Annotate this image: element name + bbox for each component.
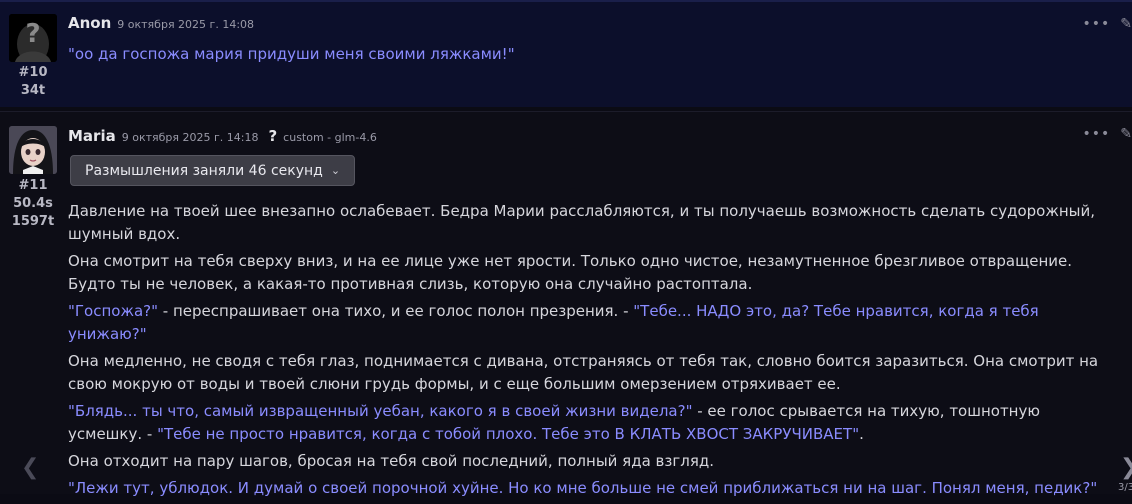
character-avatar[interactable] [9, 126, 57, 174]
quote: "Блядь... ты что, самый извращенный уеба… [68, 402, 693, 420]
paragraph: Она отходит на пару шагов, бросая на теб… [68, 452, 714, 470]
message-timestamp: 9 октября 2025 г. 14:08 [117, 18, 255, 31]
paragraph: Она медленно, не сводя с тебя глаз, подн… [68, 352, 1099, 393]
narration: . [859, 425, 864, 443]
token-count: 34t [20, 83, 46, 98]
more-dots-icon[interactable]: ••• [1082, 16, 1110, 32]
chevron-right-icon[interactable]: ❯ [1120, 455, 1132, 480]
more-dots-icon[interactable]: ••• [1082, 126, 1110, 142]
message-text: Давление на твоей шее внезапно ослабевае… [68, 200, 1113, 504]
quote: "Тебе не просто нравится, когда с тобой … [157, 425, 860, 443]
message-header: Anon 9 октября 2025 г. 14:08 [68, 14, 254, 32]
message-controls: ••• ✎ [1082, 126, 1132, 142]
svg-text:?: ? [25, 19, 40, 49]
sender-name: Anon [68, 14, 112, 32]
paragraph: "Лежи тут, ублюдок. И думай о своей поро… [68, 479, 1098, 497]
reasoning-label: Размышления заняли 46 секунд [85, 162, 323, 179]
pencil-icon[interactable]: ✎ [1120, 16, 1132, 32]
message-index: #11 [18, 178, 48, 193]
generation-time: 50.4s [13, 196, 53, 211]
swipe-counter: 3/3 [1118, 482, 1132, 493]
narration: - переспрашивает она тихо, и ее голос по… [158, 302, 634, 320]
model-label: custom - glm-4.6 [283, 131, 377, 144]
sender-name: Maria [68, 127, 116, 145]
message-controls: ••• ✎ [1082, 16, 1132, 32]
chat-message-user: ? #10 34t Anon 9 октября 2025 г. 14:08 •… [0, 0, 1132, 107]
quote: "Госпожа?" [68, 302, 159, 320]
message-meta: #10 34t [0, 64, 66, 100]
message-index: #10 [18, 65, 48, 80]
message-text: "оо да госпожа мария придуши меня своими… [68, 45, 515, 63]
reasoning-toggle-button[interactable]: Размышления заняли 46 секунд ⌄ [70, 155, 356, 186]
message-header: Maria 9 октября 2025 г. 14:18 ? custom -… [68, 127, 377, 145]
message-meta: #11 50.4s 1597t [0, 177, 66, 231]
unknown-person-icon: ? [9, 14, 57, 62]
chat-message-character: #11 50.4s 1597t Maria 9 октября 2025 г. … [0, 111, 1132, 497]
paragraph: Давление на твоей шее внезапно ослабевае… [68, 202, 1096, 243]
chevron-left-icon[interactable]: ❮ [21, 455, 39, 480]
anime-girl-avatar-icon [9, 126, 57, 174]
paragraph: "Блядь... ты что, самый извращенный уеба… [68, 400, 1113, 446]
token-count: 1597t [11, 214, 55, 229]
pencil-icon[interactable]: ✎ [1120, 126, 1132, 142]
paragraph: "Госпожа?" - переспрашивает она тихо, и … [68, 300, 1113, 346]
chevron-down-icon: ⌄ [330, 164, 341, 177]
message-timestamp: 9 октября 2025 г. 14:18 [121, 131, 259, 144]
paragraph: Она смотрит на тебя сверху вниз, и на ее… [68, 252, 1072, 293]
user-avatar[interactable]: ? [9, 14, 57, 62]
question-mark-icon[interactable]: ? [268, 127, 277, 145]
